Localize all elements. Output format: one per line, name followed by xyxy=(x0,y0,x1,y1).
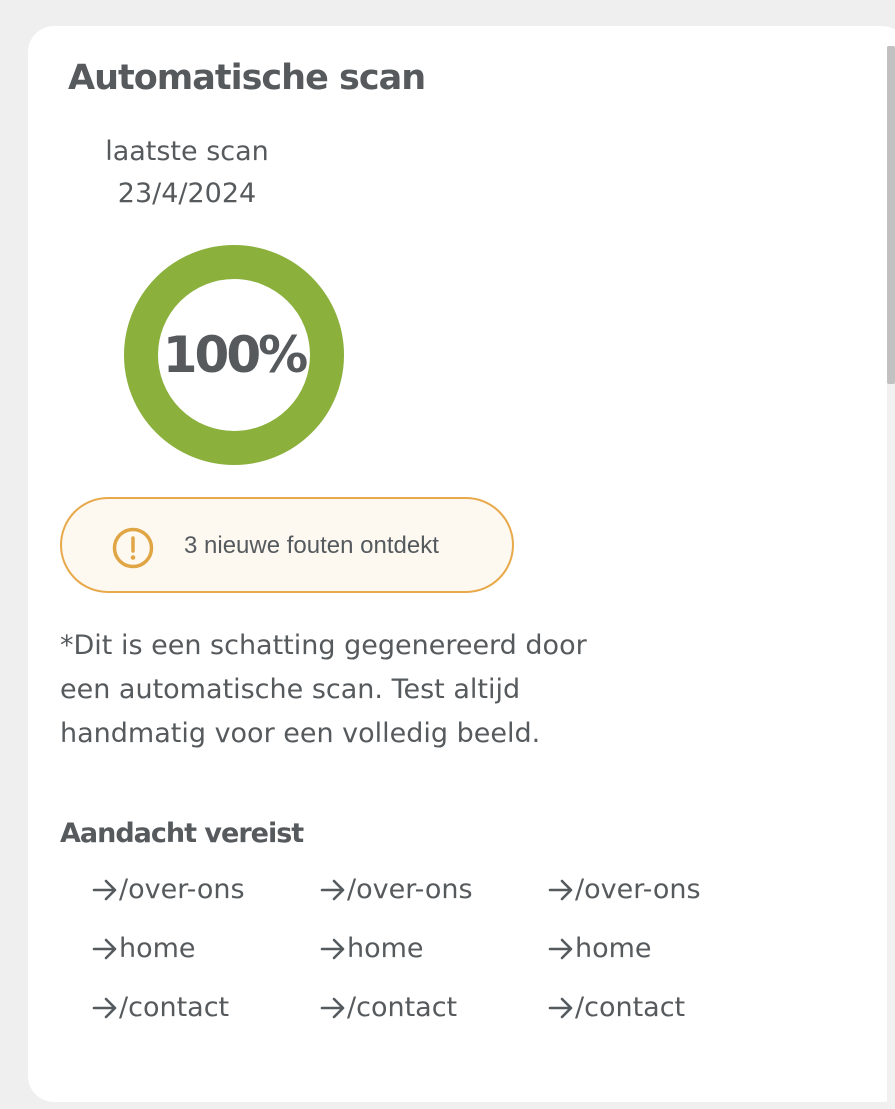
attention-link[interactable]: /contact xyxy=(548,978,776,1037)
attention-link[interactable]: /over-ons xyxy=(320,860,548,919)
new-errors-text: 3 nieuwe fouten ontdekt xyxy=(184,532,439,559)
attention-links-grid: /over-ons/over-ons/over-ons home home home /… xyxy=(92,860,792,1037)
attention-link[interactable]: /over-ons xyxy=(548,860,776,919)
attention-link-label: home xyxy=(575,932,652,964)
new-errors-alert[interactable]: 3 nieuwe fouten ontdekt xyxy=(60,497,514,593)
attention-link-label: /contact xyxy=(119,991,230,1023)
arrow-right-icon xyxy=(320,938,345,959)
attention-link-label: home xyxy=(347,932,424,964)
card-title: Automatische scan xyxy=(68,58,426,98)
attention-link-label: /over-ons xyxy=(575,873,701,905)
last-scan-info: laatste scan 23/4/2024 xyxy=(92,131,282,215)
estimate-disclaimer: *Dit is een schatting gegenereerd door e… xyxy=(60,630,587,749)
attention-link-label: /over-ons xyxy=(119,873,245,905)
attention-link-label: home xyxy=(119,932,196,964)
attention-link-label: /over-ons xyxy=(347,873,473,905)
last-scan-date: 23/4/2024 xyxy=(117,178,257,209)
attention-link[interactable]: home xyxy=(548,919,776,978)
attention-link[interactable]: /contact xyxy=(320,978,548,1037)
score-donut: 100% xyxy=(124,245,344,465)
attention-link[interactable]: home xyxy=(92,919,320,978)
arrow-right-icon xyxy=(548,879,573,900)
last-scan-label: laatste scan xyxy=(105,136,269,167)
attention-link-label: /contact xyxy=(347,991,458,1023)
attention-link[interactable]: /over-ons xyxy=(92,860,320,919)
score-percentage: 100% xyxy=(162,326,308,384)
arrow-right-icon xyxy=(92,879,117,900)
arrow-right-icon xyxy=(548,938,573,959)
exclamation-circle-icon xyxy=(112,527,154,569)
arrow-right-icon xyxy=(92,938,117,959)
arrow-right-icon xyxy=(320,997,345,1018)
attention-required-heading: Aandacht vereist xyxy=(60,818,304,849)
attention-link[interactable]: home xyxy=(320,919,548,978)
arrow-right-icon xyxy=(92,997,117,1018)
arrow-right-icon xyxy=(320,879,345,900)
scrollbar-thumb[interactable] xyxy=(887,46,895,384)
attention-link[interactable]: /contact xyxy=(92,978,320,1037)
arrow-right-icon xyxy=(548,997,573,1018)
attention-link-label: /contact xyxy=(575,991,686,1023)
